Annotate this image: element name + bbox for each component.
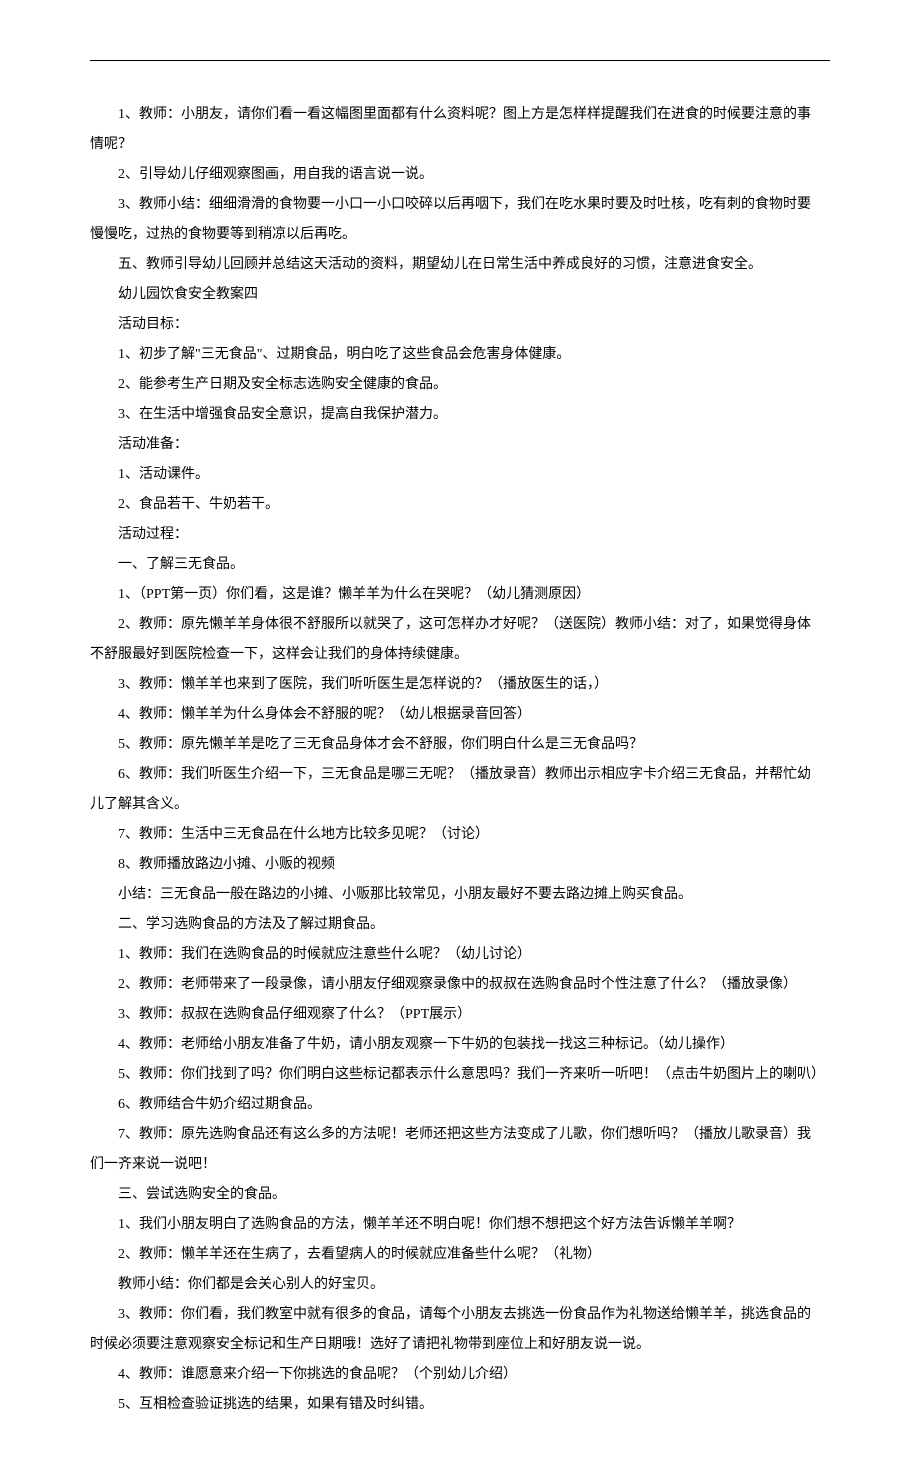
horizontal-divider [90, 60, 830, 61]
body-text: 一、了解三无食品。 [90, 551, 830, 579]
body-text: 5、教师：原先懒羊羊是吃了三无食品身体才会不舒服，你们明白什么是三无食品吗？ [90, 731, 830, 759]
body-text: 8、教师播放路边小摊、小贩的视频 [90, 851, 830, 879]
body-text: 儿了解其含义。 [90, 791, 830, 819]
body-text: 们一齐来说一说吧！ [90, 1151, 830, 1179]
body-text: 6、教师结合牛奶介绍过期食品。 [90, 1091, 830, 1119]
body-text: 小结：三无食品一般在路边的小摊、小贩那比较常见，小朋友最好不要去路边摊上购买食品… [90, 881, 830, 909]
body-text: 活动目标： [90, 311, 830, 339]
body-text: 五、教师引导幼儿回顾并总结这天活动的资料，期望幼儿在日常生活中养成良好的习惯，注… [90, 251, 830, 279]
body-text: 2、教师：原先懒羊羊身体很不舒服所以就哭了，这可怎样办才好呢？（送医院）教师小结… [90, 611, 830, 639]
body-text: 1、我们小朋友明白了选购食品的方法，懒羊羊还不明白呢！你们想不想把这个好方法告诉… [90, 1211, 830, 1239]
body-text: 3、教师小结：细细滑滑的食物要一小口一小口咬碎以后再咽下，我们在吃水果时要及时吐… [90, 191, 830, 219]
body-text: 1、初步了解"三无食品"、过期食品，明白吃了这些食品会危害身体健康。 [90, 341, 830, 369]
body-text: 活动过程： [90, 521, 830, 549]
body-text: 7、教师：生活中三无食品在什么地方比较多见呢？（讨论） [90, 821, 830, 849]
body-text: 二、学习选购食品的方法及了解过期食品。 [90, 911, 830, 939]
body-text: 6、教师：我们听医生介绍一下，三无食品是哪三无呢？（播放录音）教师出示相应字卡介… [90, 761, 830, 789]
body-text: 活动准备： [90, 431, 830, 459]
body-text: 3、教师：叔叔在选购食品仔细观察了什么？（PPT展示） [90, 1001, 830, 1029]
body-text: 5、教师：你们找到了吗？你们明白这些标记都表示什么意思吗？我们一齐来听一听吧！（… [90, 1061, 830, 1089]
body-text: 2、引导幼儿仔细观察图画，用自我的语言说一说。 [90, 161, 830, 189]
body-text: 1、教师：我们在选购食品的时候就应注意些什么呢？（幼儿讨论） [90, 941, 830, 969]
body-text: 1、活动课件。 [90, 461, 830, 489]
body-text: 1、（PPT第一页）你们看，这是谁？懒羊羊为什么在哭呢？（幼儿猜测原因） [90, 581, 830, 609]
body-text: 4、教师：懒羊羊为什么身体会不舒服的呢？（幼儿根据录音回答） [90, 701, 830, 729]
body-text: 2、教师：懒羊羊还在生病了，去看望病人的时候就应准备些什么呢？（礼物） [90, 1241, 830, 1269]
body-text: 3、教师：懒羊羊也来到了医院，我们听听医生是怎样说的？（播放医生的话，） [90, 671, 830, 699]
body-text: 1、教师：小朋友，请你们看一看这幅图里面都有什么资料呢？图上方是怎样样提醒我们在… [90, 101, 830, 129]
body-text: 不舒服最好到医院检查一下，这样会让我们的身体持续健康。 [90, 641, 830, 669]
body-text: 3、在生活中增强食品安全意识，提高自我保护潜力。 [90, 401, 830, 429]
body-text: 3、教师：你们看，我们教室中就有很多的食品，请每个小朋友去挑选一份食品作为礼物送… [90, 1301, 830, 1329]
body-text: 时候必须要注意观察安全标记和生产日期哦！选好了请把礼物带到座位上和好朋友说一说。 [90, 1331, 830, 1359]
body-text: 2、教师：老师带来了一段录像，请小朋友仔细观察录像中的叔叔在选购食品时个性注意了… [90, 971, 830, 999]
body-text: 2、食品若干、牛奶若干。 [90, 491, 830, 519]
body-text: 5、互相检查验证挑选的结果，如果有错及时纠错。 [90, 1391, 830, 1419]
body-text: 7、教师：原先选购食品还有这么多的方法呢！老师还把这些方法变成了儿歌，你们想听吗… [90, 1121, 830, 1149]
body-text: 4、教师：老师给小朋友准备了牛奶，请小朋友观察一下牛奶的包装找一找这三种标记。（… [90, 1031, 830, 1059]
document-content: 1、教师：小朋友，请你们看一看这幅图里面都有什么资料呢？图上方是怎样样提醒我们在… [90, 101, 830, 1419]
body-text: 4、教师：谁愿意来介绍一下你挑选的食品呢？（个别幼儿介绍） [90, 1361, 830, 1389]
body-text: 教师小结：你们都是会关心别人的好宝贝。 [90, 1271, 830, 1299]
body-text: 三、尝试选购安全的食品。 [90, 1181, 830, 1209]
body-text: 慢慢吃，过热的食物要等到稍凉以后再吃。 [90, 221, 830, 249]
body-text: 2、能参考生产日期及安全标志选购安全健康的食品。 [90, 371, 830, 399]
section-heading: 幼儿园饮食安全教案四 [90, 281, 830, 309]
body-text: 情呢？ [90, 131, 830, 159]
